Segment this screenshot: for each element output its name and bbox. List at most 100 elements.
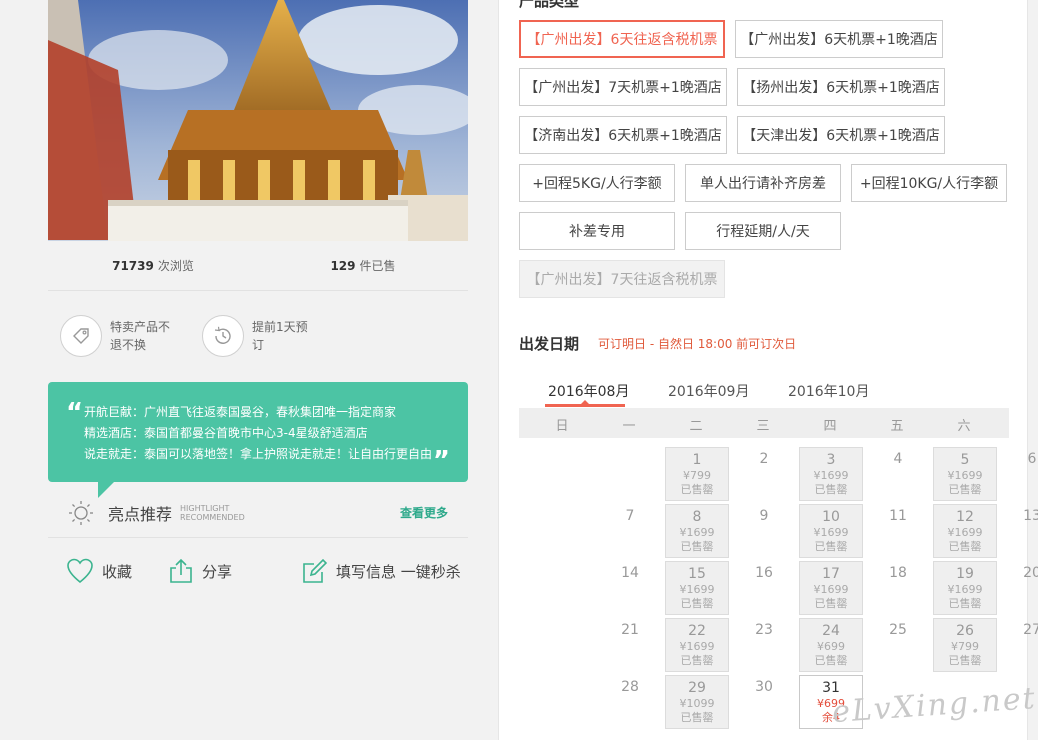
weekday-label: 三 — [756, 419, 770, 434]
feature-advance-booking-text: 提前1天预订 — [252, 320, 308, 352]
day-price: ¥1699 — [947, 526, 983, 539]
day-number: 24 — [822, 623, 840, 639]
day-status: 已售罄 — [680, 711, 714, 724]
day-number: 25 — [889, 622, 907, 638]
day-number: 8 — [692, 509, 702, 525]
calendar-day: 27 — [1000, 618, 1038, 672]
share-button[interactable]: 分享 — [168, 558, 232, 584]
action-bar: 收藏 分享 填写信息 一键秒杀 — [48, 550, 468, 592]
day-price: ¥1699 — [947, 469, 983, 482]
booking-panel: 产品类型 【广州出发】6天往返含税机票 【广州出发】6天机票+1晚酒店 【广州出… — [498, 0, 1038, 740]
sold-count: 129 — [330, 259, 356, 273]
calendar-day: 7 — [598, 504, 662, 558]
calendar-day: 28 — [598, 675, 662, 729]
day-number: 27 — [1023, 622, 1038, 638]
day-number: 16 — [755, 565, 773, 581]
calendar-day: 17 ¥1699 已售罄 — [799, 561, 863, 615]
calendar-day: 25 — [866, 618, 930, 672]
calendar-day: 6 — [1000, 447, 1038, 501]
day-status: 已售罄 — [680, 483, 714, 496]
product-option[interactable]: 【广州出发】7天机票+1晚酒店 — [519, 68, 727, 106]
day-number: 4 — [893, 451, 903, 467]
day-status: 已售罄 — [680, 540, 714, 553]
calendar-day: 9 — [732, 504, 796, 558]
day-price: ¥799 — [683, 469, 711, 482]
edit-icon — [303, 558, 328, 583]
calendar-day: 24 ¥699 已售罄 — [799, 618, 863, 672]
highlight-quote: “ 开航巨献：广州直飞往返泰国曼谷，春秋集团唯一指定商家 精选酒店：泰国首都曼谷… — [48, 382, 468, 498]
calendar-day: 8 ¥1699 已售罄 — [665, 504, 729, 558]
product-option: 【广州出发】7天往返含税机票 — [519, 260, 725, 298]
day-number: 5 — [960, 452, 970, 468]
product-option[interactable]: 【济南出发】6天机票+1晚酒店 — [519, 116, 727, 154]
calendar-day: 15 ¥1699 已售罄 — [665, 561, 729, 615]
day-status: 已售罄 — [814, 654, 848, 667]
calendar-day: 19 ¥1699 已售罄 — [933, 561, 997, 615]
calendar-day: 14 — [598, 561, 662, 615]
product-option[interactable]: 【广州出发】6天机票+1晚酒店 — [735, 20, 943, 58]
product-option[interactable]: 补差专用 — [519, 212, 675, 250]
day-number: 3 — [826, 452, 836, 468]
day-price: ¥1699 — [813, 583, 849, 596]
calendar-day: 12 ¥1699 已售罄 — [933, 504, 997, 558]
calendar-day: 21 — [598, 618, 662, 672]
day-number: 15 — [688, 566, 706, 582]
sold-stat: 129 件已售 — [258, 257, 468, 274]
product-type-title: 产品类型 — [519, 0, 580, 10]
stats-bar: 71739 次浏览 129 件已售 — [48, 241, 468, 291]
day-number: 21 — [621, 622, 639, 638]
share-icon — [170, 558, 192, 583]
fill-info-button[interactable]: 填写信息 一键秒杀 — [302, 558, 461, 584]
product-option[interactable]: 【广州出发】6天往返含税机票 — [519, 20, 725, 58]
left-column: 71739 次浏览 129 件已售 特卖产品不退不换 提前1天预订 “ 开航巨献：广… — [48, 0, 468, 584]
product-option[interactable]: 【天津出发】6天机票+1晚酒店 — [737, 116, 945, 154]
day-number: 6 — [1027, 451, 1037, 467]
day-status: 已售罄 — [680, 654, 714, 667]
day-price: ¥799 — [951, 640, 979, 653]
weekday-header: 日 一 二 三 四 五 六 — [519, 408, 1009, 438]
tab-2016-08[interactable]: 2016年08月 — [548, 381, 629, 401]
product-option[interactable]: 行程延期/人/天 — [685, 212, 841, 250]
quote-line: 开航巨献：广州直飞往返泰国曼谷，春秋集团唯一指定商家 — [84, 405, 397, 419]
day-number: 26 — [956, 623, 974, 639]
heart-icon — [67, 558, 93, 584]
weekday-label: 日 — [555, 419, 569, 434]
product-option[interactable]: 单人出行请补齐房差 — [685, 164, 841, 202]
tab-2016-09[interactable]: 2016年09月 — [668, 381, 749, 401]
feature-no-refund: 特卖产品不退不换 — [60, 315, 174, 357]
calendar-day: 30 — [732, 675, 796, 729]
feature-list: 特卖产品不退不换 提前1天预订 — [48, 291, 468, 381]
tag-icon — [60, 315, 102, 357]
day-status: 已售罄 — [680, 597, 714, 610]
day-price: ¥1699 — [679, 526, 715, 539]
day-price: ¥1699 — [813, 526, 849, 539]
views-count: 71739 — [112, 259, 154, 273]
day-status: 已售罄 — [814, 540, 848, 553]
calendar-day: 23 — [732, 618, 796, 672]
product-option[interactable]: +回程5KG/人行李额 — [519, 164, 675, 202]
product-option[interactable]: +回程10KG/人行李额 — [851, 164, 1007, 202]
tab-2016-10[interactable]: 2016年10月 — [788, 381, 869, 401]
product-option[interactable]: 【扬州出发】6天机票+1晚酒店 — [737, 68, 945, 106]
day-price: ¥1699 — [679, 640, 715, 653]
recommend-subtitle: HIGHTLIGHT RECOMMENDED — [180, 503, 245, 522]
day-number: 12 — [956, 509, 974, 525]
favorite-button[interactable]: 收藏 — [66, 558, 132, 584]
day-number: 10 — [822, 509, 840, 525]
day-number: 11 — [889, 508, 907, 524]
day-price: ¥1699 — [813, 469, 849, 482]
open-quote-icon: “ — [66, 398, 84, 428]
weekday-label: 四 — [823, 419, 837, 434]
day-price: ¥1699 — [679, 583, 715, 596]
day-status: 已售罄 — [948, 654, 982, 667]
close-quote-icon: ” — [432, 446, 450, 476]
sold-label: 件已售 — [359, 259, 396, 273]
see-more-link[interactable]: 查看更多 — [400, 504, 448, 521]
day-status: 已售罄 — [814, 597, 848, 610]
fill-info-label: 填写信息 一键秒杀 — [336, 562, 461, 581]
recommend-title: 亮点推荐 — [108, 504, 173, 524]
day-number: 20 — [1023, 565, 1038, 581]
weekday-label: 五 — [890, 419, 904, 434]
calendar-day: 13 — [1000, 504, 1038, 558]
weekday-label: 二 — [689, 419, 703, 434]
